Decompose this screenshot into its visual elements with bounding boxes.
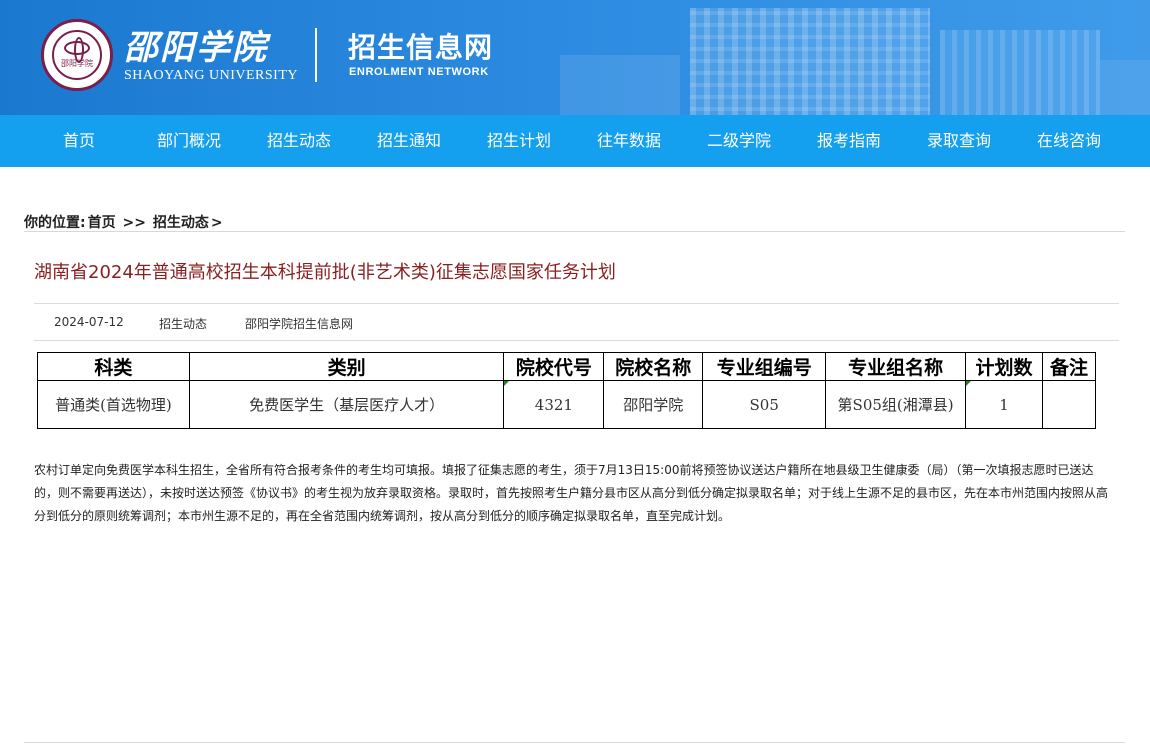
nav-item-news[interactable]: 招生动态 (244, 115, 354, 167)
logo-inner-ring: 邵阳学院 (52, 30, 102, 80)
site-header: 邵阳学院 邵阳学院 SHAOYANG UNIVERSITY 招生信息网 ENRO… (0, 0, 1150, 115)
nav-item-department[interactable]: 部门概况 (134, 115, 244, 167)
article-source: 邵阳学院招生信息网 (245, 317, 354, 331)
nav-item-home[interactable]: 首页 (24, 115, 134, 167)
table-cell (1041, 380, 1097, 429)
enrollment-plan-table: 科类 类别 院校代号 院校名称 专业组编号 专业组名称 计划数 备注 普通类(首… (37, 352, 1097, 429)
column-header: 专业组名称 (825, 352, 967, 381)
column-header: 计划数 (965, 352, 1043, 381)
site-name-en: ENROLMENT NETWORK (349, 66, 489, 78)
school-name[interactable]: 邵阳学院 (124, 20, 268, 69)
nav-item-past-data[interactable]: 往年数据 (574, 115, 684, 167)
column-header: 院校代号 (503, 352, 605, 381)
column-header: 专业组编号 (702, 352, 827, 381)
table-cell: 第S05组(湘潭县) (825, 380, 967, 429)
nav-item-admission-query[interactable]: 录取查询 (904, 115, 1014, 167)
table-header-row: 科类 类别 院校代号 院校名称 专业组编号 专业组名称 计划数 备注 (37, 352, 1097, 381)
breadcrumb-trail: > (210, 215, 223, 231)
divider (24, 231, 1125, 232)
article-date: 2024-07-12 (54, 315, 124, 329)
table-cell: 普通类(首选物理) (37, 380, 190, 429)
school-name-en: SHAOYANG UNIVERSITY (124, 68, 298, 83)
main-nav: 首页 部门概况 招生动态 招生通知 招生计划 往年数据 二级学院 报考指南 录取… (0, 115, 1150, 167)
column-header: 院校名称 (603, 352, 704, 381)
divider (24, 742, 1125, 743)
header-building-graphic (1100, 60, 1150, 115)
cell-comment-marker (504, 381, 510, 386)
table-cell-text: 4321 (534, 395, 573, 414)
column-header: 备注 (1041, 352, 1097, 381)
table-cell: 邵阳学院 (603, 380, 704, 429)
divider (34, 303, 1119, 304)
nav-item-colleges[interactable]: 二级学院 (684, 115, 794, 167)
nav-item-notices[interactable]: 招生通知 (354, 115, 464, 167)
column-header: 科类 (37, 352, 190, 381)
header-building-graphic (560, 55, 680, 115)
table-cell: S05 (702, 380, 827, 429)
article-category: 招生动态 (159, 317, 208, 331)
nav-item-guide[interactable]: 报考指南 (794, 115, 904, 167)
university-logo-icon[interactable]: 邵阳学院 (41, 19, 113, 91)
table-cell: 免费医学生（基层医疗人才） (188, 380, 505, 429)
table-cell: 4321 (503, 380, 605, 429)
column-header: 类别 (188, 352, 505, 381)
notice-paragraph: 农村订单定向免费医学本科生招生，全省所有符合报考条件的考生均可填报。填报了征集志… (34, 463, 1109, 523)
breadcrumb-home-link[interactable]: 首页 (88, 215, 116, 231)
table-cell-text: 1 (999, 395, 1009, 414)
nav-item-plans[interactable]: 招生计划 (464, 115, 574, 167)
breadcrumb-prefix: 你的位置: (24, 215, 86, 231)
header-building-graphic (940, 30, 1100, 115)
breadcrumb-current-link[interactable]: 招生动态 (153, 215, 209, 231)
site-name[interactable]: 招生信息网 (348, 26, 493, 66)
atom-emblem-icon (64, 37, 90, 63)
divider (34, 340, 1119, 341)
table-row: 普通类(首选物理) 免费医学生（基层医疗人才） 4321 邵阳学院 S05 第S… (37, 380, 1097, 429)
header-building-graphic (690, 8, 930, 115)
table-cell: 1 (965, 380, 1043, 429)
article-title: 湖南省2024年普通高校招生本科提前批(非艺术类)征集志愿国家任务计划 (34, 262, 616, 283)
breadcrumb: 你的位置: 首页 >> 招生动态 > (24, 212, 225, 232)
nav-item-consult[interactable]: 在线咨询 (1014, 115, 1124, 167)
header-divider (315, 28, 317, 82)
breadcrumb-separator: >> (122, 215, 146, 231)
cell-comment-marker (966, 381, 972, 386)
